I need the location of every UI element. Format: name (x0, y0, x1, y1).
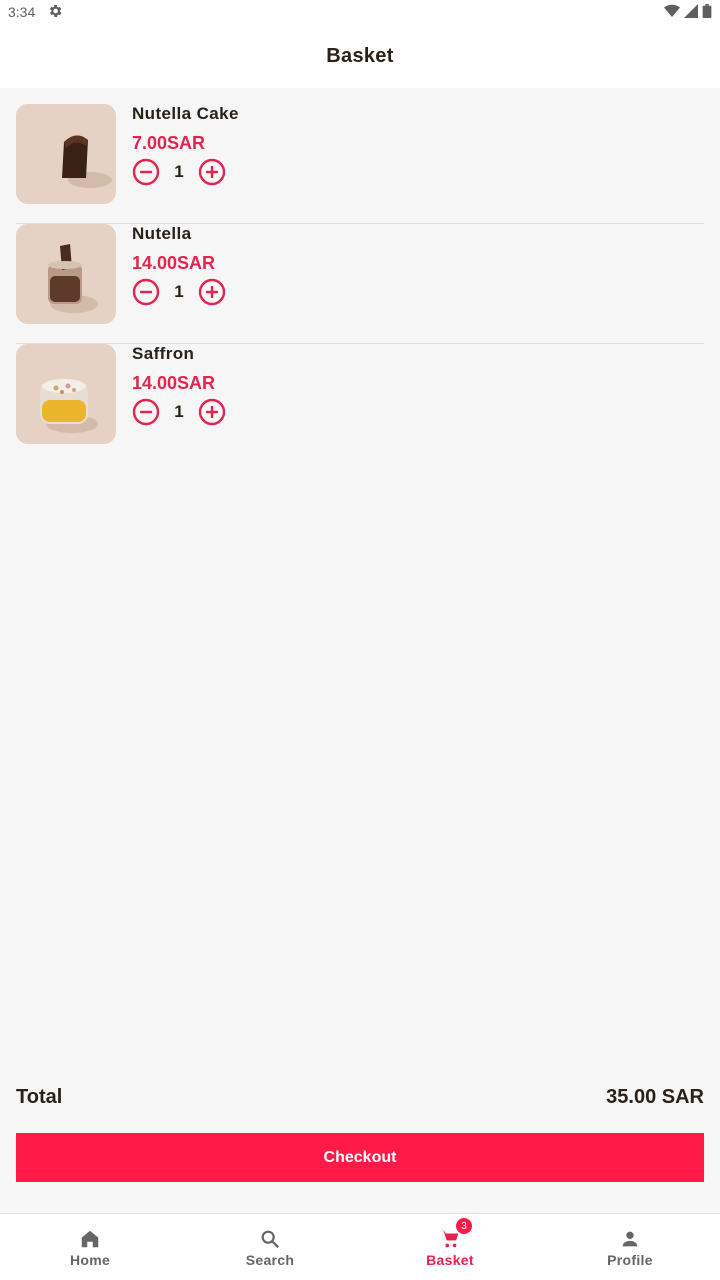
minus-circle-icon (132, 158, 160, 186)
signal-icon (684, 3, 698, 21)
product-image-nutella-cake (16, 104, 116, 204)
page-title: Basket (326, 44, 394, 67)
basket-item: Nutella 14.00SAR 1 (16, 224, 704, 344)
settings-icon (47, 3, 63, 22)
decrease-quantity-button[interactable] (132, 398, 160, 426)
nav-item-home[interactable]: Home (0, 1214, 180, 1280)
total-value: 35.00 SAR (606, 1085, 704, 1108)
plus-circle-icon (198, 398, 226, 426)
minus-circle-icon (132, 398, 160, 426)
item-name: Saffron (132, 344, 195, 363)
system-icons (664, 3, 712, 21)
total-label: Total (16, 1085, 63, 1108)
item-name: Nutella Cake (132, 104, 239, 123)
total-row: Total 35.00 SAR (16, 1082, 704, 1112)
increase-quantity-button[interactable] (198, 398, 226, 426)
quantity-stepper: 1 (132, 158, 239, 186)
checkout-button[interactable]: Checkout (16, 1133, 704, 1182)
item-name: Nutella (132, 224, 192, 243)
nav-item-basket[interactable]: 3 Basket (360, 1214, 540, 1280)
battery-icon (702, 3, 712, 21)
item-price: 14.00SAR (132, 373, 216, 393)
product-image-saffron (16, 344, 116, 444)
quantity-stepper: 1 (132, 278, 226, 306)
cart-count-badge: 3 (456, 1218, 472, 1234)
wifi-icon (664, 4, 680, 21)
basket-item: Saffron 14.00SAR 1 (16, 344, 704, 464)
app-bar: Basket (0, 24, 720, 88)
basket-list: Nutella Cake 7.00SAR 1 Nutella 14.00SAR … (16, 104, 704, 464)
item-price: 14.00SAR (132, 253, 216, 273)
home-icon (81, 1230, 99, 1248)
bottom-navigation: Home Search 3 Basket Profile (0, 1213, 720, 1280)
status-bar: 3:34 (0, 0, 720, 24)
increase-quantity-button[interactable] (198, 158, 226, 186)
plus-circle-icon (198, 158, 226, 186)
nav-item-profile[interactable]: Profile (540, 1214, 720, 1280)
status-time: 3:34 (8, 4, 36, 20)
nav-label: Search (245, 1252, 295, 1268)
quantity-value: 1 (174, 402, 184, 421)
item-price: 7.00SAR (132, 133, 206, 153)
search-icon (261, 1230, 280, 1249)
nav-label: Home (69, 1252, 111, 1268)
increase-quantity-button[interactable] (198, 278, 226, 306)
nav-label: Basket (426, 1252, 474, 1268)
quantity-stepper: 1 (132, 398, 226, 426)
decrease-quantity-button[interactable] (132, 278, 160, 306)
quantity-value: 1 (174, 282, 184, 301)
quantity-value: 1 (174, 162, 184, 181)
basket-item: Nutella Cake 7.00SAR 1 (16, 104, 704, 224)
product-image-nutella (16, 224, 116, 324)
decrease-quantity-button[interactable] (132, 158, 160, 186)
nav-label: Profile (607, 1252, 653, 1268)
minus-circle-icon (132, 278, 160, 306)
person-icon (622, 1231, 638, 1247)
nav-item-search[interactable]: Search (180, 1214, 360, 1280)
plus-circle-icon (198, 278, 226, 306)
